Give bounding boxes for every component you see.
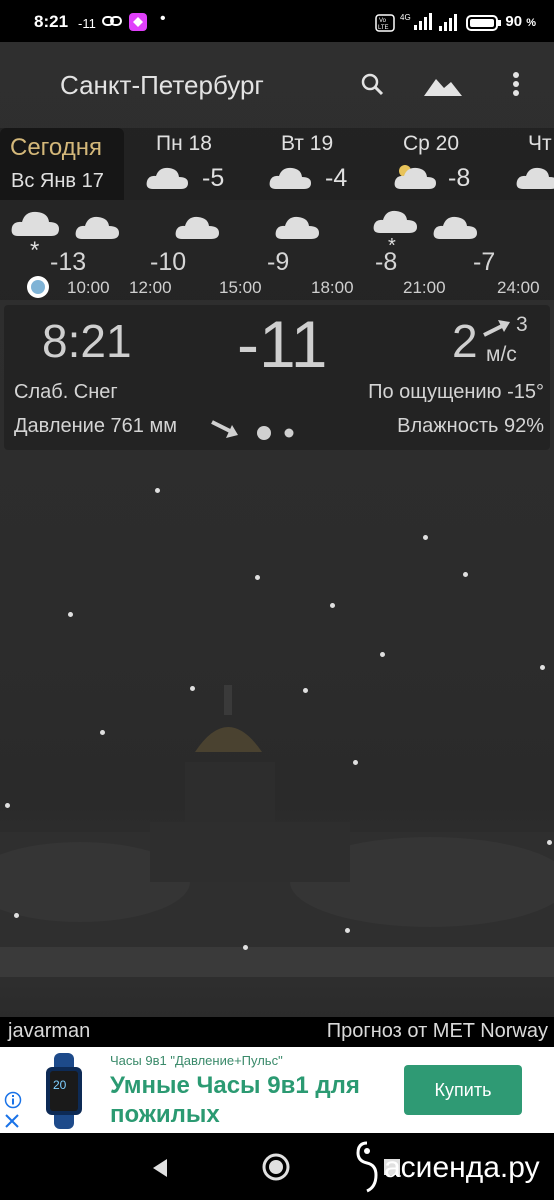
wind-arrow-icon [483,320,510,337]
svg-text:4G: 4G [400,13,411,22]
notification-dot-icon: • [160,10,166,27]
day-name: Вт 19 [281,132,334,155]
signal-icon [439,14,457,31]
hour-label: 15:00 [219,278,262,297]
back-icon[interactable] [150,1157,170,1179]
home-icon[interactable] [262,1153,290,1181]
status-bar: 8:21 -11 • Vo LTE 4G 90 % [0,0,554,42]
watermark-text: асиенда.ру [384,1151,540,1184]
current-time: 8:21 [42,315,132,367]
landscape-icon[interactable] [423,73,463,97]
svg-text:*: * [30,237,39,258]
hour-label: 12:00 [129,278,172,297]
ad-headline[interactable]: Умные Часы 9в1 для пожилых [110,1071,400,1129]
snowflake [303,688,308,693]
hour-temp: -7 [473,248,496,276]
snowflake [345,928,350,933]
svg-text:Vo: Vo [379,18,387,24]
day-tab-today[interactable]: Сегодня Вс Янв 17 [0,128,124,200]
current-time-marker-icon [27,276,49,298]
forecast-source[interactable]: Прогноз от MET Norway [327,1020,548,1043]
volte-icon: Vo LTE [375,14,395,32]
snowflake [353,760,358,765]
hour-label: 18:00 [311,278,354,297]
cloud-icon [516,167,554,189]
snowflake [100,730,105,735]
ad-watch-screen-text: 20 [53,1078,67,1092]
day-today-label: Сегодня [10,134,102,161]
current-temp: -11 [237,307,328,381]
ad-banner[interactable]: 20 Часы 9в1 "Давление+Пульс" Умные Часы … [0,1047,554,1133]
snowflake [255,575,260,580]
system-nav-bar: асиенда.ру [0,1133,554,1200]
footer-bar: javarman Прогноз от MET Norway [0,1017,554,1047]
cloud-icon [175,216,219,239]
ad-watch-image: 20 [46,1053,82,1129]
status-temp: -11 [78,16,96,31]
day-temp: -8 [448,164,471,192]
svg-text:LTE: LTE [378,25,389,31]
ad-info-icon[interactable] [4,1091,22,1109]
wind-unit: м/с [486,343,517,366]
hour-temp: -13 [50,248,87,276]
hour-label: 24:00 [497,278,540,297]
day-tab-thu[interactable]: Чт [512,128,554,200]
page-indicator-dots[interactable] [255,424,297,442]
cloud-icon [275,216,319,239]
cloud-icon [269,167,311,189]
snowflake [155,488,160,493]
pressure-trend-arrow-icon [211,420,238,438]
ad-close-icon[interactable] [4,1113,20,1129]
hour-temp: -9 [267,248,290,276]
snowflake [547,840,552,845]
search-icon[interactable] [360,72,384,96]
pressure-text: Давление 761 мм [14,415,177,437]
city-title[interactable]: Санкт-Петербург [60,70,264,101]
humidity-text: Влажность 92% [397,415,544,437]
wind-speed: 2 [452,315,478,367]
day-name: Ср 20 [403,132,460,155]
snowflake [5,803,10,808]
condition-text: Слаб. Снег [14,381,118,403]
snowflake [540,665,545,670]
hour-label: 10:00 [67,278,110,297]
snowflake [423,535,428,540]
watermark-logo-icon [356,1141,378,1193]
ad-subtitle: Часы 9в1 "Давление+Пульс" [110,1053,283,1068]
snowflake [330,603,335,608]
feels-like-text: По ощущению -15° [368,381,544,403]
battery-icon [466,15,501,31]
day-today-date: Вс Янв 17 [11,170,104,192]
more-menu-icon[interactable] [508,70,524,100]
day-name: Чт [528,132,552,155]
snowflake [14,913,19,918]
snowflake [190,686,195,691]
snowflake [243,945,248,950]
day-name: Пн 18 [156,132,212,155]
app-notification-icon [129,13,147,31]
battery-percent: 90 % [505,13,536,30]
wind-gust: 3 [516,313,528,336]
cloud-icon [433,216,477,239]
link-icon [102,16,122,26]
cloud-icon [146,167,188,189]
day-temp: -5 [202,164,225,192]
status-time: 8:21 [34,12,69,31]
ad-buy-button[interactable]: Купить [404,1065,522,1115]
hour-temp: -8 [375,248,398,276]
day-tab-tue[interactable]: Вт 19 -4 [263,128,373,200]
snow-cloud-icon: * [373,210,417,252]
photo-author[interactable]: javarman [8,1020,90,1043]
snowflake [68,612,73,617]
day-temp: -4 [325,164,348,192]
snowflake [380,652,385,657]
hour-temp: -10 [150,248,187,276]
hour-label: 21:00 [403,278,446,297]
cloud-icon [75,216,119,239]
day-tab-mon[interactable]: Пн 18 -5 [140,128,250,200]
signal-4g-icon: 4G [400,13,432,30]
day-tab-wed[interactable]: Ср 20 -8 [388,128,498,200]
sun-behind-cloud-icon [394,165,436,189]
snowflake [463,572,468,577]
